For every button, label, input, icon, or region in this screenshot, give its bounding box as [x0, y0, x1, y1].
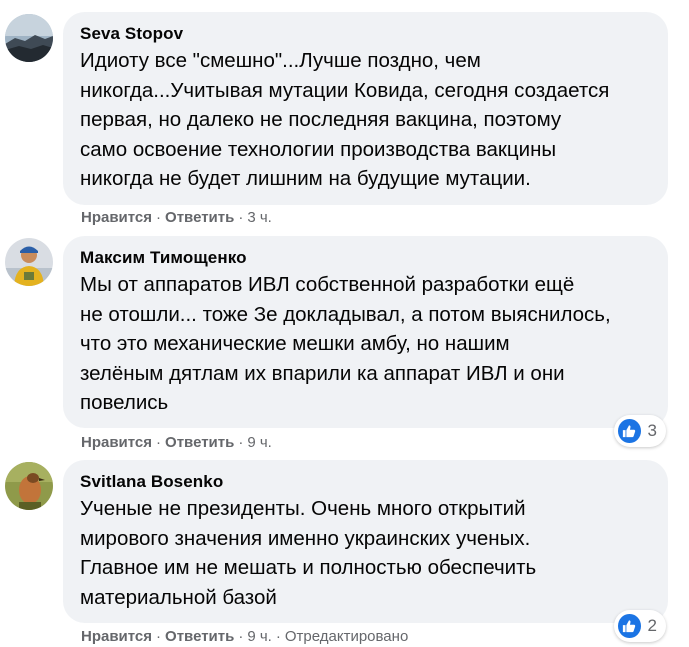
- reply-button[interactable]: Ответить: [165, 628, 234, 645]
- separator: ·: [156, 209, 162, 226]
- avatar[interactable]: [5, 462, 53, 510]
- separator: ·: [238, 209, 244, 226]
- comment-actions: Нравится · Ответить · 9 ч. · Отредактировано: [81, 627, 408, 647]
- comment-author[interactable]: Svitlana Bosenko: [80, 471, 650, 493]
- separator: ·: [238, 628, 244, 645]
- person-avatar-icon: [5, 238, 53, 286]
- comment-bubble: Максим Тимощенко Мы от аппаратов ИВЛ соб…: [63, 236, 668, 428]
- separator: ·: [275, 628, 281, 645]
- reply-button[interactable]: Ответить: [165, 434, 234, 451]
- like-button[interactable]: Нравится: [81, 434, 152, 451]
- timestamp[interactable]: 9 ч.: [247, 434, 272, 451]
- timestamp[interactable]: 3 ч.: [247, 209, 272, 226]
- comment-author[interactable]: Seva Stopov: [80, 23, 650, 45]
- comment-actions: Нравится · Ответить · 3 ч.: [81, 208, 272, 228]
- like-button[interactable]: Нравится: [81, 209, 152, 226]
- comment-actions: Нравится · Ответить · 9 ч.: [81, 433, 272, 453]
- comment-text: Ученые не президенты. Очень много открыт…: [80, 497, 537, 609]
- comment-author[interactable]: Максим Тимощенко: [80, 247, 650, 269]
- comment-text: Идиоту все "смешно"...Лучше поздно, чем …: [80, 49, 610, 190]
- separator: ·: [156, 434, 162, 451]
- bird-avatar-icon: [5, 462, 53, 510]
- reaction-count: 3: [647, 421, 657, 440]
- reaction-count: 2: [647, 616, 657, 635]
- reaction-count-badge[interactable]: 3: [614, 415, 666, 447]
- like-thumb-icon: [618, 419, 641, 443]
- edited-label: Отредактировано: [284, 628, 409, 645]
- landscape-avatar-icon: [5, 14, 53, 62]
- comment-bubble: Seva Stopov Идиоту все "смешно"...Лучше …: [63, 12, 668, 205]
- separator: ·: [156, 628, 162, 645]
- reply-button[interactable]: Ответить: [165, 209, 234, 226]
- separator: ·: [238, 434, 244, 451]
- reaction-count-badge[interactable]: 2: [614, 610, 666, 642]
- timestamp[interactable]: 9 ч.: [247, 628, 272, 645]
- like-button[interactable]: Нравится: [81, 628, 152, 645]
- avatar[interactable]: [5, 14, 53, 62]
- like-thumb-icon: [618, 614, 641, 638]
- comment-text: Мы от аппаратов ИВЛ собственной разработ…: [80, 273, 611, 414]
- avatar[interactable]: [5, 238, 53, 286]
- comment-bubble: Svitlana Bosenko Ученые не президенты. О…: [63, 460, 668, 623]
